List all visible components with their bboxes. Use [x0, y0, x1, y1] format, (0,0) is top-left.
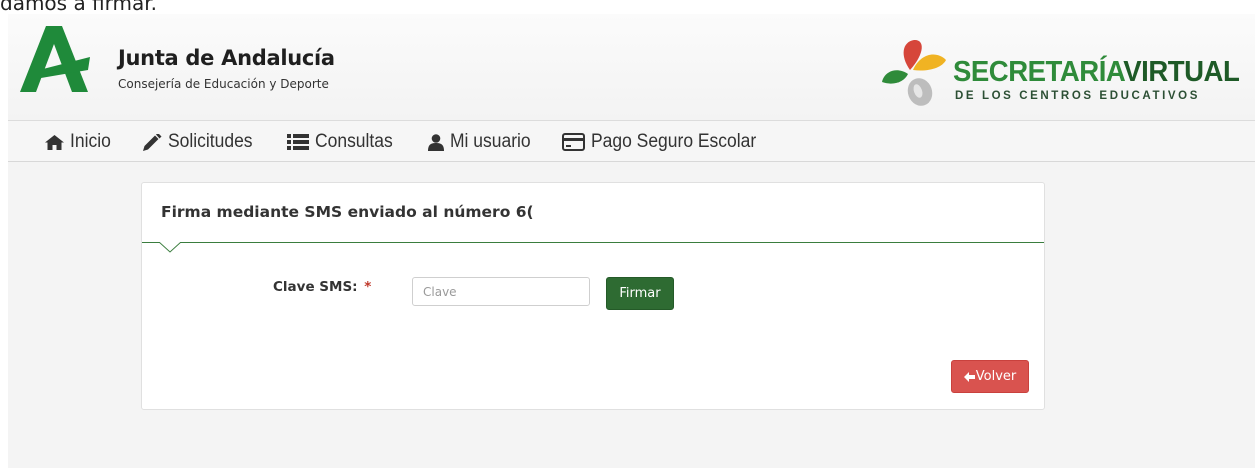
caption-text: damos a firmar. [0, 0, 158, 14]
pencil-icon [143, 133, 162, 151]
sms-code-label: Clave SMS: * [273, 279, 371, 295]
nav-item-consultas[interactable]: Consultas [287, 130, 400, 154]
caption-strip: damos a firmar. [0, 0, 1255, 14]
sms-code-input[interactable] [412, 277, 590, 306]
nav-item-label: Mi usuario [450, 131, 531, 152]
brand-title: SECRETARÍAVIRTUAL [953, 56, 1240, 89]
back-button[interactable]: Volver [951, 360, 1029, 393]
panel-title: Firma mediante SMS enviado al número 6( [161, 203, 534, 221]
site-header: Junta de Andalucía Consejería de Educaci… [8, 14, 1255, 121]
brand-title-virtual: VIRTUAL [1123, 56, 1240, 88]
sign-button[interactable]: Firmar [606, 277, 674, 310]
panel-notch-icon [159, 242, 181, 253]
brand-title-secretaria: SECRETARÍA [953, 56, 1124, 88]
credit-card-icon [562, 133, 585, 151]
required-mark: * [364, 279, 372, 295]
nav-item-mi-usuario[interactable]: Mi usuario [428, 130, 538, 154]
user-icon [428, 133, 444, 151]
secretaria-virtual-logo-icon[interactable] [880, 36, 952, 110]
sms-sign-panel: Firma mediante SMS enviado al número 6( … [141, 182, 1045, 410]
org-subtitle: Consejería de Educación y Deporte [118, 77, 329, 91]
list-icon [287, 134, 309, 150]
junta-andalucia-logo-icon[interactable] [20, 26, 106, 92]
nav-item-inicio[interactable]: Inicio [45, 130, 114, 154]
brand-subtitle: DE LOS CENTROS EDUCATIVOS [955, 90, 1200, 102]
nav-item-pago-seguro-escolar[interactable]: Pago Seguro Escolar [562, 130, 771, 154]
org-title: Junta de Andalucía [118, 46, 335, 70]
nav-item-label: Solicitudes [168, 131, 253, 152]
nav-item-label: Pago Seguro Escolar [591, 131, 757, 152]
nav-item-label: Consultas [315, 131, 393, 152]
arrow-left-icon [963, 371, 975, 382]
nav-item-label: Inicio [70, 131, 111, 152]
back-button-label: Volver [975, 369, 1017, 384]
nav-item-solicitudes[interactable]: Solicitudes [143, 130, 260, 154]
home-icon [45, 134, 64, 150]
panel-divider [142, 242, 1044, 243]
main-navbar: Inicio Solicitudes Consultas Mi usuario … [8, 121, 1255, 162]
app-window: Junta de Andalucía Consejería de Educaci… [8, 14, 1255, 468]
sms-code-label-text: Clave SMS: [273, 279, 358, 295]
